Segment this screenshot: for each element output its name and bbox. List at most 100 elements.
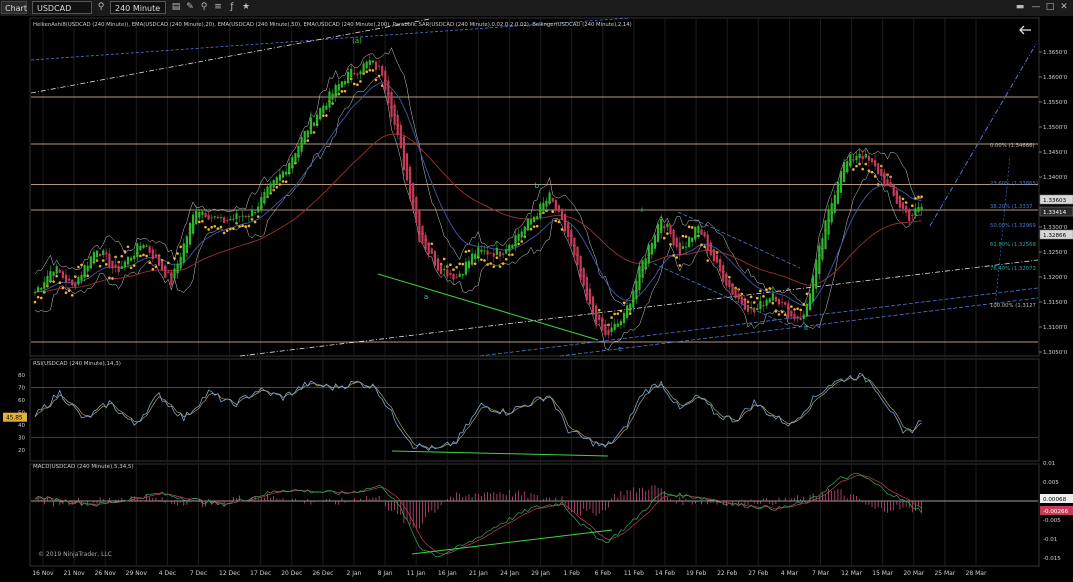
candle-body bbox=[120, 266, 123, 269]
candle-body bbox=[560, 208, 564, 220]
candle-body bbox=[622, 312, 626, 324]
candle-body bbox=[858, 153, 861, 159]
properties-icon[interactable]: ≡ bbox=[212, 1, 224, 14]
candle-body bbox=[548, 192, 551, 204]
candle-body bbox=[495, 247, 498, 255]
candle-body bbox=[471, 253, 474, 265]
macd-axis-tick: -0.015 bbox=[1043, 556, 1061, 562]
sar-dot bbox=[480, 258, 483, 261]
candle-body bbox=[616, 323, 619, 327]
candle-body bbox=[486, 250, 489, 255]
x-axis-tick: 7 Dec bbox=[190, 570, 207, 577]
sar-dot bbox=[483, 259, 486, 262]
candle-body bbox=[232, 218, 235, 220]
sar-dot bbox=[780, 310, 784, 314]
candle-body bbox=[830, 202, 833, 223]
sar-dot bbox=[703, 245, 706, 249]
candle-body bbox=[356, 73, 359, 75]
zoom-icon[interactable]: ⚲ bbox=[198, 1, 210, 14]
window-icons[interactable]: ▬ bbox=[1014, 1, 1026, 14]
sar-dot bbox=[430, 242, 434, 246]
bar-style-icon[interactable]: ▤ bbox=[170, 1, 182, 14]
candle-body bbox=[812, 275, 815, 302]
candle-body bbox=[725, 273, 728, 286]
candle-body bbox=[715, 255, 719, 263]
candle-body bbox=[641, 260, 644, 278]
macd-axis-tick: -0.005 bbox=[1043, 518, 1061, 524]
sar-dot bbox=[467, 249, 471, 253]
sar-dot bbox=[380, 84, 384, 87]
sar-dot bbox=[126, 245, 130, 249]
candle-body bbox=[529, 219, 533, 225]
macd-box-neg-text: -0.00266 bbox=[1043, 509, 1069, 515]
candle-body bbox=[712, 248, 715, 262]
sar-dot bbox=[768, 287, 771, 290]
candle-body bbox=[188, 222, 192, 245]
close-icon[interactable]: ✕ bbox=[1058, 1, 1070, 14]
sar-dot bbox=[610, 316, 613, 319]
sar-dot bbox=[139, 254, 142, 258]
candle-body bbox=[337, 84, 340, 91]
sar-dot bbox=[219, 225, 223, 229]
candle-body bbox=[86, 265, 89, 272]
x-axis-tick: 11 Feb bbox=[624, 570, 644, 577]
sar-dot bbox=[917, 195, 920, 199]
macd-box-pos-text: 0.00068 bbox=[1043, 497, 1067, 503]
x-axis-tick: 1 Feb bbox=[564, 570, 581, 577]
candle-body bbox=[768, 298, 771, 303]
candle-body bbox=[750, 306, 753, 309]
candle-body bbox=[102, 250, 105, 256]
candle-body bbox=[886, 179, 889, 185]
minimize-icon[interactable]: — bbox=[1030, 1, 1042, 14]
candle-body bbox=[917, 206, 920, 212]
candle-body bbox=[257, 206, 260, 213]
candle-body bbox=[601, 317, 604, 331]
candle-body bbox=[765, 299, 768, 306]
candle-body bbox=[319, 108, 322, 120]
candle-body bbox=[567, 222, 570, 238]
sar-dot bbox=[98, 264, 102, 268]
maximize-icon[interactable]: □ bbox=[1044, 1, 1056, 14]
candle-body bbox=[635, 280, 638, 300]
sar-dot bbox=[198, 220, 201, 224]
sar-dot bbox=[554, 219, 558, 223]
drawing-tools-icon[interactable]: ✎ bbox=[184, 1, 196, 14]
candle-body bbox=[114, 264, 117, 267]
candle-body bbox=[579, 255, 582, 280]
interval-selector[interactable]: 240 Minute bbox=[110, 1, 166, 14]
candle-body bbox=[743, 300, 746, 310]
search-icon[interactable]: ⚲ bbox=[95, 1, 107, 14]
instrument-selector[interactable]: USDCAD bbox=[32, 1, 92, 14]
candle-body bbox=[223, 217, 226, 223]
rsi-axis-tick: 30 bbox=[18, 436, 25, 442]
sar-dot bbox=[876, 183, 880, 186]
candle-body bbox=[898, 196, 901, 208]
candle-body bbox=[161, 260, 164, 271]
sar-dot bbox=[619, 309, 623, 313]
sar-dot bbox=[343, 89, 347, 93]
chart-tab[interactable]: Chart bbox=[1, 1, 27, 14]
candle-body bbox=[694, 226, 697, 240]
price-axis-tick: 1.3050'0 bbox=[1043, 350, 1068, 356]
candle-body bbox=[864, 154, 867, 158]
chart-area[interactable]: 16 Nov 21 Nov 26 Nov 29 Nov 4 Dec 7 Dec 12 Dec… bbox=[0, 16, 1073, 582]
candle-body bbox=[467, 260, 471, 269]
candle-body bbox=[781, 301, 784, 303]
candle-body bbox=[517, 233, 520, 241]
candle-body bbox=[849, 154, 852, 167]
rsi-axis-tick: 80 bbox=[18, 373, 25, 379]
indicators-icon[interactable]: ƒ bbox=[226, 1, 238, 14]
sar-dot bbox=[560, 228, 564, 231]
strategy-icon[interactable]: ★ bbox=[240, 1, 252, 14]
candle-body bbox=[390, 91, 393, 118]
candle-body bbox=[669, 225, 672, 235]
sar-dot bbox=[901, 197, 905, 201]
sar-dot bbox=[340, 90, 344, 93]
sar-dot bbox=[58, 281, 62, 284]
candle-body bbox=[387, 80, 390, 104]
candle-body bbox=[861, 156, 864, 160]
price-axis-tick: 1.3150'0 bbox=[1043, 300, 1068, 306]
candle-body bbox=[824, 220, 827, 250]
candle-body bbox=[244, 216, 247, 218]
wave-label: b bbox=[535, 182, 540, 190]
